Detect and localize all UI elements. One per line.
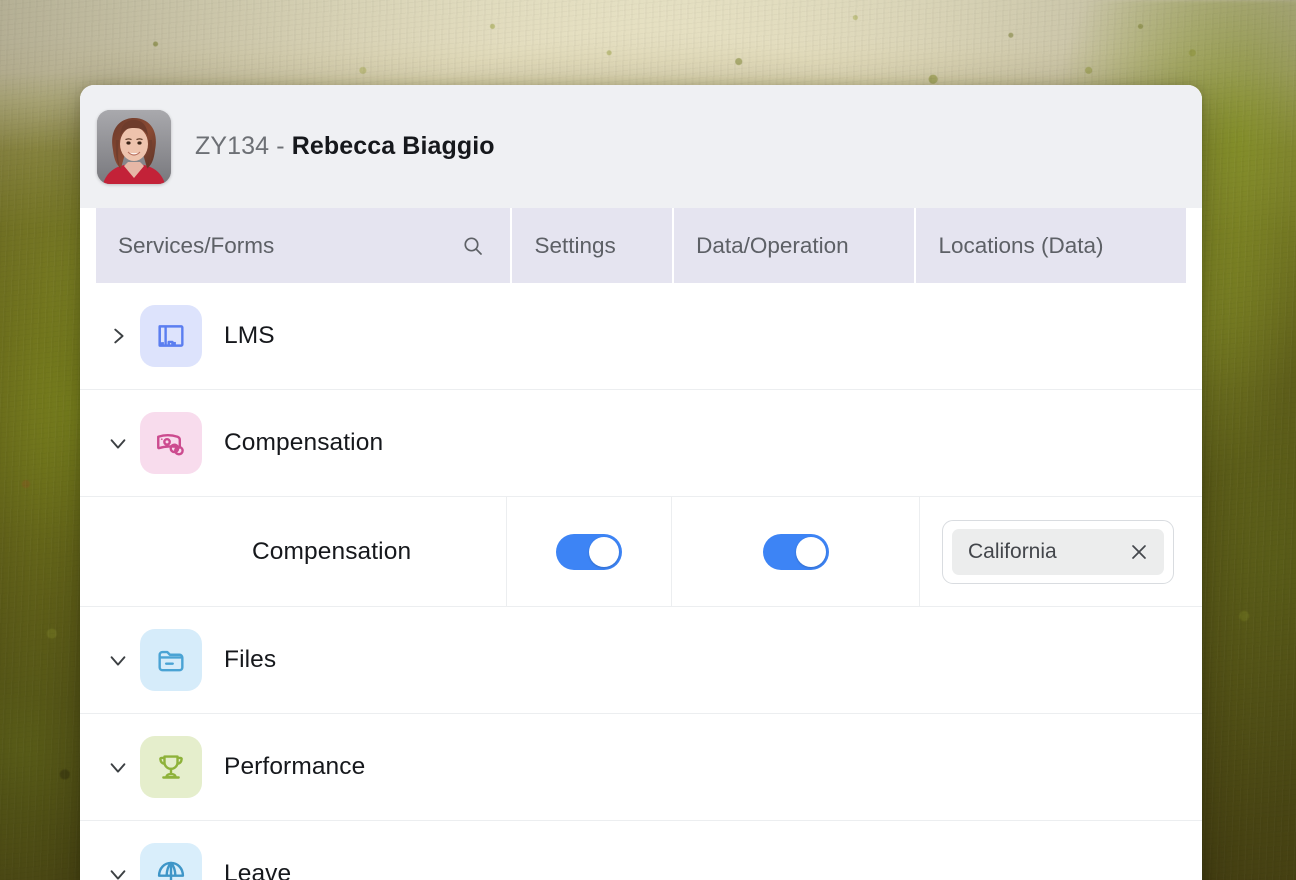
row-main-compensation[interactable]: Compensation xyxy=(80,390,507,496)
row-main-leave[interactable]: Leave xyxy=(80,821,507,880)
tab-settings-label: Settings xyxy=(534,233,615,259)
page-title: ZY134 - Rebecca Biaggio xyxy=(195,132,495,161)
chevron-right-icon[interactable] xyxy=(96,325,140,347)
tab-data-operation[interactable]: Data/Operation xyxy=(674,208,916,283)
row-cell-data xyxy=(672,607,920,713)
row-label: Files xyxy=(224,646,276,674)
table-row[interactable]: LMS xyxy=(80,283,1202,390)
trophy-icon xyxy=(140,736,202,798)
row-cell-locations xyxy=(920,714,1196,820)
row-cell-data xyxy=(672,714,920,820)
row-cell-settings xyxy=(507,283,672,389)
tab-locations-data-label: Locations (Data) xyxy=(938,233,1103,259)
services-list: LMS xyxy=(80,283,1202,880)
title-separator: - xyxy=(269,132,292,160)
tab-locations-data[interactable]: Locations (Data) xyxy=(916,208,1186,283)
table-row[interactable]: Compensation xyxy=(80,390,1202,497)
folder-icon xyxy=(140,629,202,691)
tab-strip: Services/Forms Settings Data/Operation L… xyxy=(80,208,1202,283)
tab-services-forms[interactable]: Services/Forms xyxy=(96,208,512,283)
chevron-down-icon[interactable] xyxy=(96,863,140,880)
location-chip-label: California xyxy=(968,540,1057,564)
chevron-down-icon[interactable] xyxy=(96,649,140,671)
row-label: LMS xyxy=(224,322,275,350)
row-cell-data xyxy=(672,821,920,880)
data-operation-toggle-knob xyxy=(796,537,826,567)
subrow-cell-settings xyxy=(507,497,672,606)
row-label: Leave xyxy=(224,860,291,880)
row-label: Performance xyxy=(224,753,365,781)
chevron-down-icon[interactable] xyxy=(96,756,140,778)
employee-id: ZY134 xyxy=(195,132,269,160)
table-row[interactable]: Leave xyxy=(80,821,1202,880)
subrow-cell-locations: California xyxy=(920,497,1196,606)
row-label: Compensation xyxy=(224,429,383,457)
avatar-image xyxy=(97,110,171,184)
row-main-lms[interactable]: LMS xyxy=(80,283,507,389)
close-icon[interactable] xyxy=(1128,541,1150,563)
tab-data-operation-label: Data/Operation xyxy=(696,233,849,259)
location-chip[interactable]: California xyxy=(952,529,1164,575)
row-cell-locations xyxy=(920,390,1196,496)
beach-umbrella-icon xyxy=(140,843,202,880)
subrow-cell-data xyxy=(672,497,920,606)
row-cell-settings xyxy=(507,714,672,820)
money-icon xyxy=(140,412,202,474)
table-row[interactable]: Files xyxy=(80,607,1202,714)
row-cell-settings xyxy=(507,390,672,496)
tab-settings[interactable]: Settings xyxy=(512,208,674,283)
row-cell-locations xyxy=(920,607,1196,713)
book-icon xyxy=(140,305,202,367)
settings-toggle[interactable] xyxy=(556,534,622,570)
row-main-files[interactable]: Files xyxy=(80,607,507,713)
avatar[interactable] xyxy=(97,110,171,184)
row-cell-locations xyxy=(920,283,1196,389)
data-operation-toggle[interactable] xyxy=(763,534,829,570)
table-row[interactable]: Performance xyxy=(80,714,1202,821)
row-main-performance[interactable]: Performance xyxy=(80,714,507,820)
employee-name: Rebecca Biaggio xyxy=(292,132,495,160)
row-cell-data xyxy=(672,390,920,496)
chevron-down-icon[interactable] xyxy=(96,432,140,454)
location-select[interactable]: California xyxy=(942,520,1174,584)
settings-toggle-knob xyxy=(589,537,619,567)
row-cell-data xyxy=(672,283,920,389)
employee-services-card: ZY134 - Rebecca Biaggio Services/Forms S… xyxy=(80,85,1202,880)
search-icon[interactable] xyxy=(461,234,485,258)
row-cell-locations xyxy=(920,821,1196,880)
row-cell-settings xyxy=(507,607,672,713)
subrow-label-cell: Compensation xyxy=(80,497,507,606)
table-row-sub-compensation[interactable]: Compensation California xyxy=(80,497,1202,607)
subrow-label: Compensation xyxy=(252,538,411,566)
tab-services-forms-label: Services/Forms xyxy=(118,233,274,259)
row-cell-settings xyxy=(507,821,672,880)
card-header: ZY134 - Rebecca Biaggio xyxy=(80,85,1202,208)
